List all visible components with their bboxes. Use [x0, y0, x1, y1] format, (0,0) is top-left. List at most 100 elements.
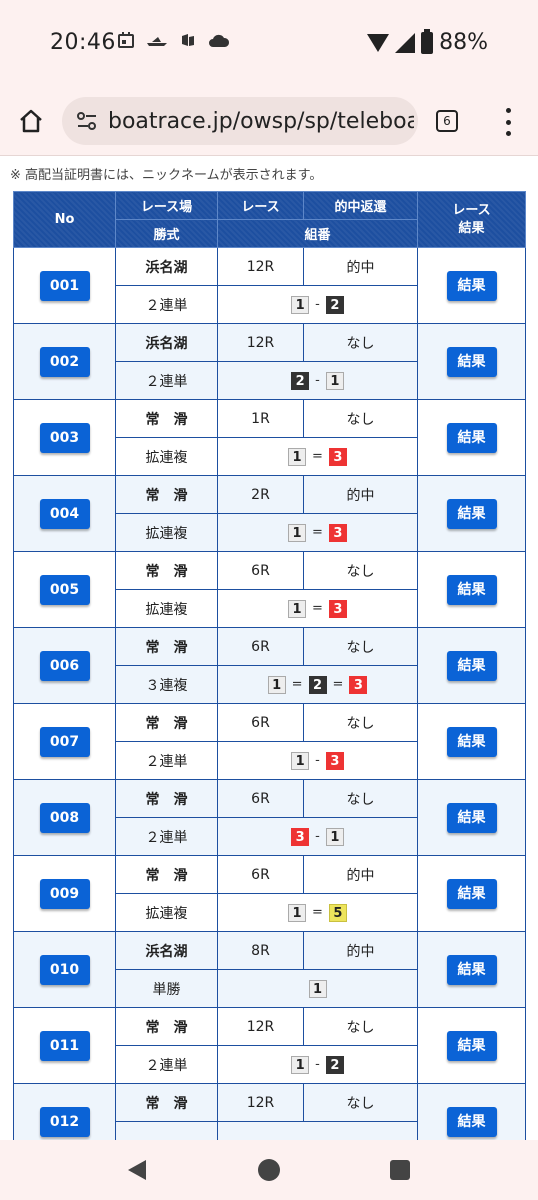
bet-number-button[interactable]: 003 [39, 422, 90, 453]
bet-number-button[interactable]: 004 [39, 498, 90, 529]
bet-number-button[interactable]: 005 [39, 574, 90, 605]
home-nav-icon[interactable] [258, 1159, 280, 1181]
status-time: 20:46 [50, 30, 116, 55]
bet-type-cell [115, 1121, 218, 1140]
boat-number-badge: 1 [325, 371, 344, 390]
bet-number-button[interactable]: 006 [39, 650, 90, 681]
bet-number-button[interactable]: 008 [39, 802, 90, 833]
combo-separator: = [332, 677, 344, 692]
signal-icon [395, 32, 416, 53]
header-venue: レース場 [115, 191, 218, 220]
bet-type-cell: ２連単 [115, 741, 218, 780]
combo-separator: = [312, 601, 323, 616]
venue-cell: 常 滑 [115, 703, 218, 742]
result-button[interactable]: 結果 [446, 1106, 497, 1137]
result-button[interactable]: 結果 [446, 1030, 497, 1061]
battery-percent: 88% [439, 30, 488, 55]
combo-cell: 1-2 [217, 285, 418, 324]
combo-display: 3-1 [291, 827, 344, 846]
status-bar: 20:46 88% [0, 0, 538, 88]
combo-display: 1 = 2 = 3 [267, 675, 368, 694]
result-button[interactable]: 結果 [446, 270, 497, 301]
combo-cell: 3-1 [217, 817, 418, 856]
boat-number-badge: 1 [267, 675, 286, 694]
hit-cell: なし [303, 779, 418, 818]
boat-number-badge: 2 [308, 675, 327, 694]
tab-switcher-button[interactable]: 6 [436, 110, 458, 132]
bet-number-button[interactable]: 012 [39, 1106, 90, 1137]
race-cell: 6R [217, 779, 304, 818]
table-row: 009 常 滑 6R 的中 結果 [13, 855, 526, 932]
result-button[interactable]: 結果 [446, 802, 497, 833]
table-row: 010 浜名湖 8R 的中 結果 [13, 931, 526, 1008]
result-cell: 結果 [417, 551, 526, 628]
result-button[interactable]: 結果 [446, 422, 497, 453]
calendar-icon [118, 32, 134, 53]
venue-cell: 常 滑 [115, 475, 218, 514]
hit-cell: なし [303, 323, 418, 362]
row-no-cell: 008 [13, 779, 116, 856]
table-row: 006 常 滑 6R なし 結果 [13, 627, 526, 704]
venue-cell: 常 滑 [115, 779, 218, 818]
result-button[interactable]: 結果 [446, 650, 497, 681]
home-icon [20, 109, 42, 133]
boat-number-badge: 1 [291, 751, 310, 770]
overflow-menu-button[interactable] [500, 108, 516, 136]
combo-display: 2-1 [291, 371, 344, 390]
boat-number-badge: 1 [291, 295, 310, 314]
row-no-cell: 004 [13, 475, 116, 552]
home-button[interactable] [18, 108, 44, 134]
result-cell: 結果 [417, 1083, 526, 1140]
combo-cell: 1-2 [217, 1045, 418, 1084]
bet-number-button[interactable]: 002 [39, 346, 90, 377]
result-cell: 結果 [417, 855, 526, 932]
combo-cell: 1-3 [217, 741, 418, 780]
bet-number-button[interactable]: 010 [39, 954, 90, 985]
venue-cell: 常 滑 [115, 399, 218, 438]
url-text[interactable]: boatrace.jp/owsp/sp/teleboat [108, 109, 414, 134]
result-cell: 結果 [417, 323, 526, 400]
boat-number-badge: 2 [325, 1055, 344, 1074]
bet-history-table: No レース場 レース 的中返還 レース結果 勝式 組番 001 浜名湖 12R 的中… [13, 191, 526, 1140]
result-button[interactable]: 結果 [446, 498, 497, 529]
bet-type-cell: ３連複 [115, 665, 218, 704]
hit-cell: なし [303, 627, 418, 666]
result-button[interactable]: 結果 [446, 346, 497, 377]
boat-number-badge: 1 [288, 599, 307, 618]
url-bar[interactable]: boatrace.jp/owsp/sp/teleboat [62, 97, 418, 145]
header-result: レース結果 [417, 191, 526, 248]
combo-display: 1 = 3 [288, 523, 347, 542]
hit-cell: なし [303, 1007, 418, 1046]
header-no: No [13, 191, 116, 248]
venue-cell: 常 滑 [115, 855, 218, 894]
bet-number-button[interactable]: 007 [39, 726, 90, 757]
boat-number-badge: 1 [325, 827, 344, 846]
result-button[interactable]: 結果 [446, 726, 497, 757]
recents-icon[interactable] [390, 1160, 410, 1180]
result-button[interactable]: 結果 [446, 954, 497, 985]
race-cell: 6R [217, 627, 304, 666]
table-row: 012 常 滑 12R なし 結果 [13, 1083, 526, 1140]
combo-display: 1-3 [291, 751, 344, 770]
combo-cell: 1 = 3 [217, 513, 418, 552]
site-settings-icon[interactable] [76, 111, 98, 131]
system-nav-bar [0, 1140, 538, 1200]
result-button[interactable]: 結果 [446, 878, 497, 909]
venue-cell: 浜名湖 [115, 931, 218, 970]
bet-number-button[interactable]: 009 [39, 878, 90, 909]
boat-number-badge: 1 [308, 979, 327, 998]
result-button[interactable]: 結果 [446, 574, 497, 605]
hit-cell: なし [303, 1083, 418, 1122]
bet-number-button[interactable]: 011 [39, 1030, 90, 1061]
bet-number-button[interactable]: 001 [39, 270, 90, 301]
back-icon[interactable] [128, 1160, 146, 1180]
boat-number-badge: 2 [325, 295, 344, 314]
row-no-cell: 009 [13, 855, 116, 932]
race-cell: 6R [217, 551, 304, 590]
table-row: 001 浜名湖 12R 的中 結果 [13, 247, 526, 324]
table-row: 011 常 滑 12R なし 結果 [13, 1007, 526, 1084]
combo-cell: 1 = 3 [217, 437, 418, 476]
row-no-cell: 003 [13, 399, 116, 476]
boat-number-badge: 3 [328, 523, 347, 542]
combo-display: 1-2 [291, 1055, 344, 1074]
